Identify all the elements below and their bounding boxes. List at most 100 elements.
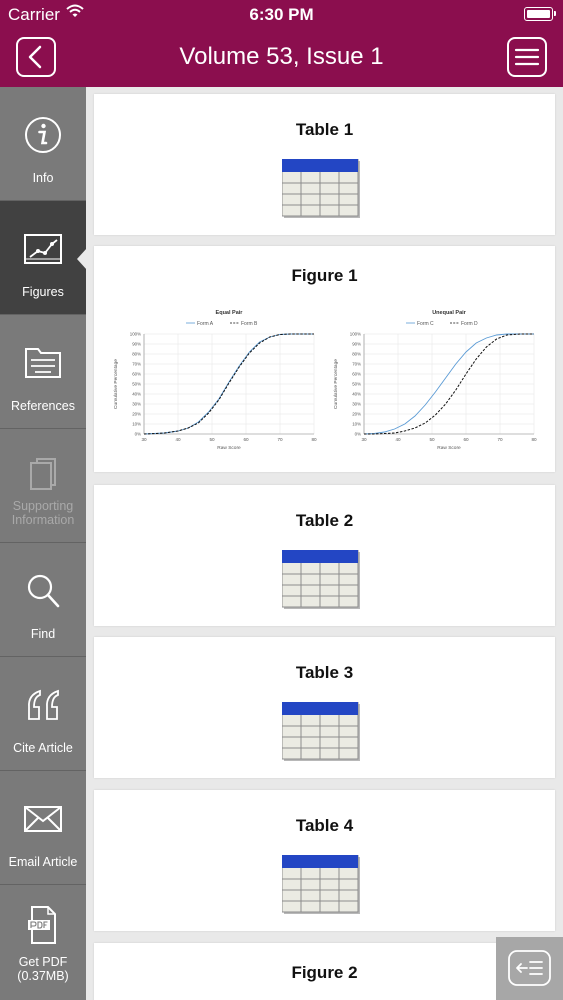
x-tick-label: 60 [243, 437, 249, 442]
y-tick-label: 10% [352, 422, 361, 427]
y-tick-label: 0% [135, 432, 141, 437]
chart-title: Equal Pair [216, 310, 244, 316]
table-card[interactable]: Table 1 [94, 94, 555, 235]
sidebar-item-label: Cite Article [13, 741, 73, 755]
collapse-sidebar-icon [508, 950, 551, 986]
legend-label: Form D [461, 321, 478, 327]
y-tick-label: 0% [355, 432, 361, 437]
y-tick-label: 50% [352, 382, 361, 387]
y-tick-label: 50% [132, 382, 141, 387]
x-axis-label: Raw Score [217, 445, 241, 451]
figure-card[interactable]: Figure 1 Equal Pair Form A Form B 30 40 50 60 7… [94, 246, 555, 472]
supporting-info-icon [30, 458, 56, 490]
card-title: Figure 1 [291, 266, 358, 285]
y-tick-label: 100% [130, 332, 141, 337]
card-title: Table 2 [295, 511, 354, 530]
navigation-bar: Volume 53, Issue 1 [0, 30, 563, 87]
y-tick-label: 80% [352, 352, 361, 357]
chart-1: Unequal Pair Form C Form D 30 40 50 60 70 80 0% 10… [333, 310, 537, 451]
table-card[interactable]: Table 3 [94, 637, 555, 778]
x-tick-label: 50 [209, 437, 215, 442]
sidebar-item-label: Supporting Information [11, 499, 75, 527]
y-tick-label: 80% [132, 352, 141, 357]
x-tick-label: 30 [361, 437, 367, 442]
table-header-bar [282, 702, 358, 715]
sidebar-item-label: Find [30, 627, 56, 641]
sidebar-item-info[interactable]: Info [0, 87, 86, 201]
sidebar: Info Figures References Supporting Infor… [0, 87, 86, 1000]
sidebar-item-figures[interactable]: Figures [0, 201, 86, 315]
battery-icon [524, 7, 556, 21]
x-tick-label: 80 [531, 437, 537, 442]
page-title: Volume 53, Issue 1 [179, 43, 384, 70]
x-tick-label: 40 [395, 437, 401, 442]
references-folder-icon [25, 348, 61, 378]
sidebar-item-email-article[interactable]: Email Article [0, 771, 86, 885]
content-list[interactable]: Table 1 Figure 1 Equal Pair Form A Form B 3… [86, 87, 563, 1000]
legend-label: Form A [197, 321, 214, 327]
sidebar-item-label: References [11, 399, 75, 413]
y-axis-label: Cumulative Percentage [333, 359, 339, 409]
y-tick-label: 100% [350, 332, 361, 337]
sidebar-item-label: Email Article [8, 855, 78, 869]
y-tick-label: 60% [132, 372, 141, 377]
search-icon [27, 574, 60, 608]
sidebar-item-supporting-information[interactable]: Supporting Information [0, 429, 86, 543]
y-tick-label: 20% [132, 412, 141, 417]
legend-label: Form C [417, 321, 434, 327]
y-tick-label: 70% [352, 362, 361, 367]
y-tick-label: 40% [352, 392, 361, 397]
sidebar-item-label: Figures [22, 285, 64, 299]
table-header-bar [282, 159, 358, 172]
table-thumbnail-icon [282, 702, 360, 761]
quote-icon [28, 689, 59, 720]
y-axis-label: Cumulative Percentage [113, 359, 119, 409]
table-card[interactable]: Table 2 [94, 485, 555, 626]
figure-card[interactable]: Figure 2 [94, 943, 555, 1000]
sidebar-item-label: Get PDF (0.37MB) [17, 955, 69, 983]
status-time: 6:30 PM [249, 5, 314, 24]
x-tick-label: 70 [277, 437, 283, 442]
y-tick-label: 60% [352, 372, 361, 377]
info-icon [25, 117, 61, 153]
figure-1-charts: Equal PairForm A Form B 30 40 50 60 70 80 0% 10% 2… [113, 310, 537, 451]
card-title: Table 4 [295, 816, 354, 835]
sidebar-item-label: Info [32, 171, 54, 185]
hamburger-menu-icon [514, 48, 540, 66]
x-tick-label: 70 [497, 437, 503, 442]
status-bar: Carrier 6:30 PM [0, 0, 563, 30]
card-title: Table 3 [295, 663, 354, 682]
chart-title: Unequal Pair [432, 310, 466, 316]
sidebar-item-find[interactable]: Find [0, 543, 86, 657]
y-tick-label: 20% [352, 412, 361, 417]
y-tick-label: 30% [352, 402, 361, 407]
y-tick-label: 40% [132, 392, 141, 397]
email-icon [24, 806, 62, 832]
y-tick-label: 30% [132, 402, 141, 407]
x-tick-label: 30 [141, 437, 147, 442]
table-thumbnail-icon [282, 855, 360, 914]
table-thumbnail-icon [282, 550, 360, 609]
card-title: Table 1 [295, 120, 354, 139]
table-thumbnail-icon [282, 159, 360, 218]
y-tick-label: 90% [132, 342, 141, 347]
sidebar-item-references[interactable]: References [0, 315, 86, 429]
chart-0: Equal PairForm A Form B 30 40 50 60 70 80 0% 10% 2… [113, 310, 317, 451]
x-tick-label: 60 [463, 437, 469, 442]
card-title: Figure 2 [291, 963, 358, 982]
menu-button[interactable] [507, 37, 547, 77]
y-tick-label: 10% [132, 422, 141, 427]
sidebar-item-get-pdf[interactable]: Get PDF (0.37MB) [0, 885, 86, 999]
y-tick-label: 90% [352, 342, 361, 347]
table-header-bar [282, 550, 358, 563]
collapse-sidebar-button[interactable] [496, 937, 563, 1000]
x-tick-label: 50 [429, 437, 435, 442]
x-tick-label: 40 [175, 437, 181, 442]
figures-chart-icon [24, 234, 62, 264]
pdf-icon [28, 906, 56, 944]
legend-label: Form B [241, 321, 258, 327]
sidebar-item-cite-article[interactable]: Cite Article [0, 657, 86, 771]
y-tick-label: 70% [132, 362, 141, 367]
table-header-bar [282, 855, 358, 868]
table-card[interactable]: Table 4 [94, 790, 555, 931]
